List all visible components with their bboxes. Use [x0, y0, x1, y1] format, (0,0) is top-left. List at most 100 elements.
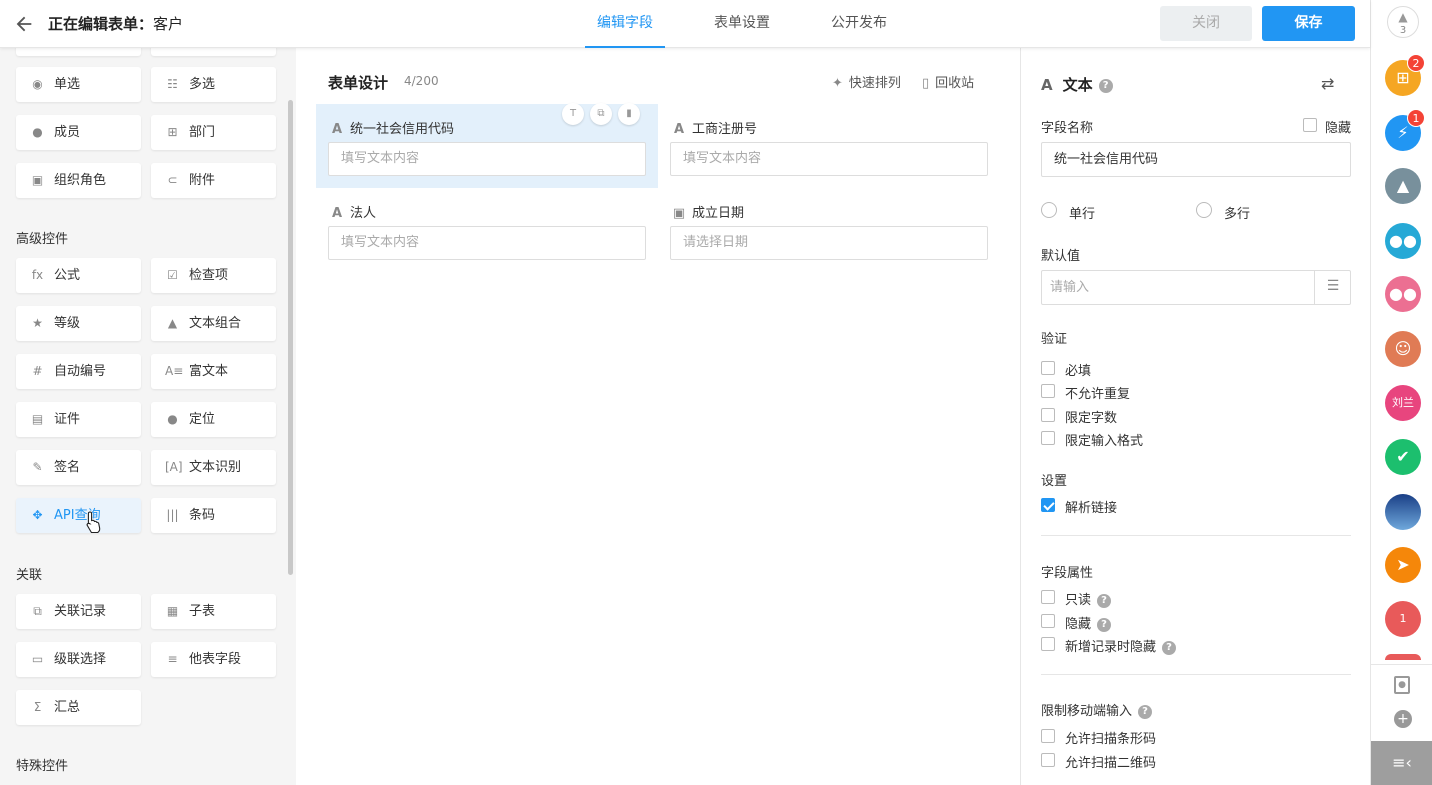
control-barcode[interactable]: ||| 条码 — [151, 498, 276, 533]
field-input[interactable]: 填写文本内容 — [328, 142, 646, 176]
close-button[interactable]: 关闭 — [1160, 6, 1252, 41]
recycle-bin-button[interactable]: ▯ 回收站 — [922, 72, 974, 91]
control-label: 检查项 — [189, 268, 229, 283]
field-input[interactable]: 填写文本内容 — [328, 226, 646, 260]
control-auto-number[interactable]: # 自动编号 — [16, 354, 141, 389]
mobile-limit-text: 限制移动端输入 — [1041, 704, 1133, 719]
form-field-credit-code[interactable]: T ⧉ ▮ A 统一社会信用代码 填写文本内容 — [316, 103, 658, 188]
format-limit-checkbox[interactable] — [1041, 431, 1055, 445]
swap-icon[interactable]: ⇄ — [1321, 74, 1334, 93]
arrow-left-icon[interactable] — [13, 13, 35, 35]
copy-icon[interactable]: ⧉ — [590, 103, 612, 125]
control-rich-text[interactable]: A≡ 富文本 — [151, 354, 276, 389]
section-advanced: 高级控件 — [16, 232, 69, 247]
control-id-card[interactable]: ▤ 证件 — [16, 402, 141, 437]
control-formula[interactable]: fx 公式 — [16, 258, 141, 293]
control-summary[interactable]: Σ 汇总 — [16, 690, 141, 725]
tab-edit-fields[interactable]: 编辑字段 — [585, 0, 665, 48]
control-subtable[interactable]: ▦ 子表 — [151, 594, 276, 629]
control-lookup[interactable]: ≡ 他表字段 — [151, 642, 276, 677]
control-department[interactable]: ⊞ 部门 — [151, 115, 276, 150]
scan-barcode-checkbox[interactable] — [1041, 729, 1055, 743]
hidden-checkbox[interactable] — [1303, 118, 1317, 132]
quick-arrange-button[interactable]: ✦ 快速排列 — [832, 72, 901, 91]
attr-hidden-text: 隐藏 — [1065, 617, 1092, 632]
control-label: 组织角色 — [54, 173, 107, 188]
control-attachment[interactable]: ⊂ 附件 — [151, 163, 276, 198]
field-label-text: 工商注册号 — [692, 122, 758, 137]
parse-link-checkbox[interactable] — [1041, 498, 1055, 512]
control-location[interactable]: ● 定位 — [151, 402, 276, 437]
team-icon[interactable]: ●● — [1385, 276, 1421, 312]
required-checkbox[interactable] — [1041, 361, 1055, 375]
add-chat-icon[interactable]: + — [1394, 710, 1412, 728]
help-icon[interactable]: ? — [1097, 593, 1112, 608]
attr-hidden-checkbox[interactable] — [1041, 614, 1055, 628]
partial-app-icon[interactable] — [1385, 654, 1421, 660]
field-input[interactable]: 填写文本内容 — [670, 142, 988, 176]
field-name-input[interactable]: 统一社会信用代码 — [1041, 142, 1351, 177]
control-text-combo[interactable]: ▲ 文本组合 — [151, 306, 276, 341]
avatar[interactable]: ☺ — [1385, 331, 1421, 367]
field-input[interactable]: 请选择日期 — [670, 226, 988, 260]
control-ocr[interactable]: [A] 文本识别 — [151, 450, 276, 485]
landscape-avatar[interactable] — [1385, 494, 1421, 530]
help-icon[interactable]: ? — [1162, 640, 1177, 655]
control-palette: ◉ 单选 ☷ 多选 ● 成员 ⊞ 部门 ▣ 组织角色 ⊂ 附件 高级控件 fx 公式 ☑ 检查项… — [0, 48, 296, 785]
help-icon[interactable]: ? — [1098, 78, 1113, 93]
form-field-legal-person[interactable]: A 法人 填写文本内容 — [316, 188, 658, 272]
collapse-sidebar-icon[interactable]: ≡‹ — [1371, 741, 1432, 785]
form-field-business-reg[interactable]: A 工商注册号 填写文本内容 — [658, 104, 1000, 188]
control-member[interactable]: ● 成员 — [16, 115, 141, 150]
user-icon: ● — [32, 125, 43, 139]
tab-publish[interactable]: 公开发布 — [819, 0, 899, 48]
control-rating[interactable]: ★ 等级 — [16, 306, 141, 341]
length-limit-checkbox[interactable] — [1041, 408, 1055, 422]
readonly-checkbox[interactable] — [1041, 590, 1055, 604]
group-icon[interactable]: ●● — [1385, 223, 1421, 259]
control-check-item[interactable]: ☑ 检查项 — [151, 258, 276, 293]
control-radio[interactable]: ◉ 单选 — [16, 67, 141, 102]
field-label: A 工商注册号 — [672, 118, 757, 137]
bell-app-icon[interactable]: ▲ — [1385, 168, 1421, 204]
default-value-input[interactable]: 请输入 — [1041, 270, 1351, 305]
control-role[interactable]: ▣ 组织角色 — [16, 163, 141, 198]
control-signature[interactable]: ✎ 签名 — [16, 450, 141, 485]
form-field-founding-date[interactable]: ▣ 成立日期 请选择日期 — [658, 188, 1000, 272]
multi-line-radio[interactable] — [1196, 202, 1212, 218]
badge: 1 — [1407, 109, 1425, 127]
scan-qrcode-checkbox[interactable] — [1041, 753, 1055, 767]
save-button[interactable]: 保存 — [1262, 6, 1355, 41]
tab-form-settings[interactable]: 表单设置 — [702, 0, 782, 48]
hash-icon: # — [32, 364, 43, 378]
help-icon[interactable]: ? — [1097, 617, 1112, 632]
text-a-icon: A — [673, 122, 685, 137]
calendar-app-icon[interactable]: 1 — [1385, 601, 1421, 637]
section-special: 特殊控件 — [16, 759, 69, 774]
avatar-liulan[interactable]: 刘兰 — [1385, 385, 1421, 421]
control-cascade[interactable]: ▭ 级联选择 — [16, 642, 141, 677]
contacts-icon[interactable]: ● — [1394, 676, 1410, 694]
control-link-record[interactable]: ⧉ 关联记录 — [16, 594, 141, 629]
scan-qrcode-label: 允许扫描二维码 — [1065, 756, 1157, 771]
help-icon[interactable]: ? — [1138, 704, 1153, 719]
check-circle-icon[interactable]: ✔ — [1385, 439, 1421, 475]
scrollbar[interactable] — [288, 100, 293, 575]
send-icon[interactable]: ➤ — [1385, 547, 1421, 583]
control-api-query[interactable]: ✥ API查询 — [16, 498, 141, 533]
location-pin-icon: ● — [167, 412, 178, 426]
field-type-icon[interactable]: T — [562, 103, 584, 125]
role-icon: ▣ — [31, 173, 44, 187]
control-checklist[interactable]: ☷ 多选 — [151, 67, 276, 102]
single-line-label: 单行 — [1069, 207, 1096, 222]
hide-on-new-checkbox[interactable] — [1041, 637, 1055, 651]
control-item-partial[interactable] — [16, 48, 141, 56]
unique-checkbox[interactable] — [1041, 384, 1055, 398]
notification-button[interactable]: ▲ 3 — [1387, 6, 1419, 38]
single-line-radio[interactable] — [1041, 202, 1057, 218]
control-item-partial[interactable] — [151, 48, 276, 56]
radio-icon: ◉ — [32, 77, 43, 91]
bell-icon: ▲ — [1398, 10, 1408, 24]
list-icon[interactable]: ☰ — [1314, 270, 1351, 305]
delete-icon[interactable]: ▮ — [618, 103, 640, 125]
